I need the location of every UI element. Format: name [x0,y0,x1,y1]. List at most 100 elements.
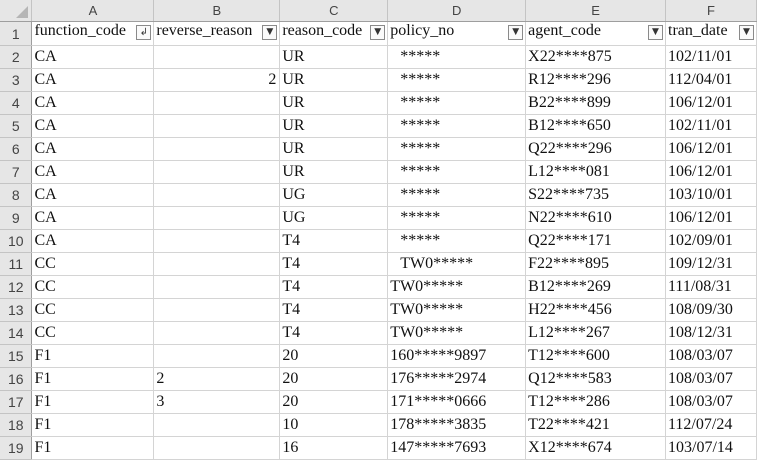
cell-f[interactable]: 108/12/31 [665,321,757,345]
cell-d[interactable]: 147*****7693 [387,436,527,460]
cell-b[interactable] [153,91,281,115]
cell-a[interactable]: F1 [31,367,155,391]
cell-c[interactable]: 20 [279,344,389,368]
column-header-a[interactable]: A [31,0,155,22]
select-all-button[interactable] [0,0,33,22]
cell-a[interactable]: CA [31,68,155,92]
cell-c[interactable]: 16 [279,436,389,460]
cell-c[interactable]: T4 [279,252,389,276]
cell-e[interactable]: B12****650 [525,114,667,138]
cell-d[interactable]: ***** [387,183,527,207]
cell-b[interactable]: 2 [153,367,281,391]
cell-d[interactable]: ***** [387,229,527,253]
cell-f[interactable]: 108/03/07 [665,390,757,414]
cell-f[interactable]: 112/07/24 [665,413,757,437]
row-header[interactable]: 7 [0,160,33,184]
cell-d[interactable]: ***** [387,68,527,92]
cell-d[interactable]: TW0***** [387,275,527,299]
filter-dropdown-icon[interactable]: ▼ [648,25,664,40]
filter-dropdown-icon[interactable]: ▼ [370,25,386,40]
cell-c[interactable]: 10 [279,413,389,437]
cell-a[interactable]: CA [31,45,155,69]
cell-c[interactable]: T4 [279,275,389,299]
cell-b[interactable] [153,137,281,161]
cell-f[interactable]: 102/11/01 [665,45,757,69]
cell-a[interactable]: CA [31,160,155,184]
row-header[interactable]: 15 [0,344,33,368]
cell-e[interactable]: Q12****583 [525,367,667,391]
cell-e[interactable]: S22****735 [525,183,667,207]
cell-f[interactable]: 102/09/01 [665,229,757,253]
row-header[interactable]: 12 [0,275,33,299]
row-header[interactable]: 3 [0,68,33,92]
cell-e[interactable]: B12****269 [525,275,667,299]
cell-d[interactable]: 171*****0666 [387,390,527,414]
cell-a[interactable]: CA [31,183,155,207]
cell-a[interactable]: CA [31,137,155,161]
row-header[interactable]: 8 [0,183,33,207]
row-header[interactable]: 13 [0,298,33,322]
cell-b[interactable] [153,183,281,207]
cell-d[interactable]: 178*****3835 [387,413,527,437]
cell-c[interactable]: 20 [279,390,389,414]
row-header[interactable]: 17 [0,390,33,414]
cell-c[interactable]: UG [279,183,389,207]
filter-dropdown-icon[interactable]: ▼ [262,25,278,40]
column-header-e[interactable]: E [525,0,667,22]
cell-d[interactable]: ***** [387,91,527,115]
cell-a[interactable]: CC [31,298,155,322]
cell-a[interactable]: CC [31,321,155,345]
header-cell-d[interactable]: policy_no ▼ [387,21,527,46]
header-cell-b[interactable]: reverse_reason ▼ [153,21,281,46]
cell-e[interactable]: R12****296 [525,68,667,92]
cell-e[interactable]: T12****600 [525,344,667,368]
cell-d[interactable]: ***** [387,206,527,230]
cell-f[interactable]: 106/12/01 [665,137,757,161]
cell-d[interactable]: TW0***** [387,252,527,276]
cell-c[interactable]: UR [279,91,389,115]
cell-b[interactable] [153,45,281,69]
cell-a[interactable]: F1 [31,436,155,460]
cell-c[interactable]: T4 [279,229,389,253]
cell-f[interactable]: 112/04/01 [665,68,757,92]
cell-c[interactable]: UR [279,68,389,92]
cell-e[interactable]: X12****674 [525,436,667,460]
cell-f[interactable]: 108/09/30 [665,298,757,322]
cell-e[interactable]: X22****875 [525,45,667,69]
cell-f[interactable]: 106/12/01 [665,206,757,230]
cell-c[interactable]: UR [279,160,389,184]
row-header[interactable]: 1 [0,21,33,46]
cell-a[interactable]: CA [31,114,155,138]
column-header-c[interactable]: C [279,0,389,22]
cell-e[interactable]: H22****456 [525,298,667,322]
cell-f[interactable]: 108/03/07 [665,344,757,368]
cell-c[interactable]: UR [279,45,389,69]
row-header[interactable]: 18 [0,413,33,437]
cell-a[interactable]: CA [31,206,155,230]
cell-f[interactable]: 106/12/01 [665,91,757,115]
cell-e[interactable]: B22****899 [525,91,667,115]
filter-dropdown-icon[interactable]: ▼ [508,25,524,40]
cell-c[interactable]: UG [279,206,389,230]
row-header[interactable]: 6 [0,137,33,161]
cell-c[interactable]: UR [279,114,389,138]
cell-e[interactable]: T22****421 [525,413,667,437]
cell-f[interactable]: 109/12/31 [665,252,757,276]
cell-b[interactable] [153,206,281,230]
column-header-d[interactable]: D [387,0,527,22]
cell-b[interactable] [153,275,281,299]
row-header[interactable]: 5 [0,114,33,138]
cell-d[interactable]: 176*****2974 [387,367,527,391]
cell-d[interactable]: ***** [387,160,527,184]
filter-sorted-icon[interactable]: ↲ [136,25,152,40]
cell-f[interactable]: 111/08/31 [665,275,757,299]
cell-e[interactable]: Q22****296 [525,137,667,161]
cell-b[interactable] [153,298,281,322]
row-header[interactable]: 9 [0,206,33,230]
cell-a[interactable]: F1 [31,390,155,414]
row-header[interactable]: 11 [0,252,33,276]
cell-a[interactable]: F1 [31,344,155,368]
cell-f[interactable]: 108/03/07 [665,367,757,391]
row-header[interactable]: 16 [0,367,33,391]
cell-f[interactable]: 102/11/01 [665,114,757,138]
